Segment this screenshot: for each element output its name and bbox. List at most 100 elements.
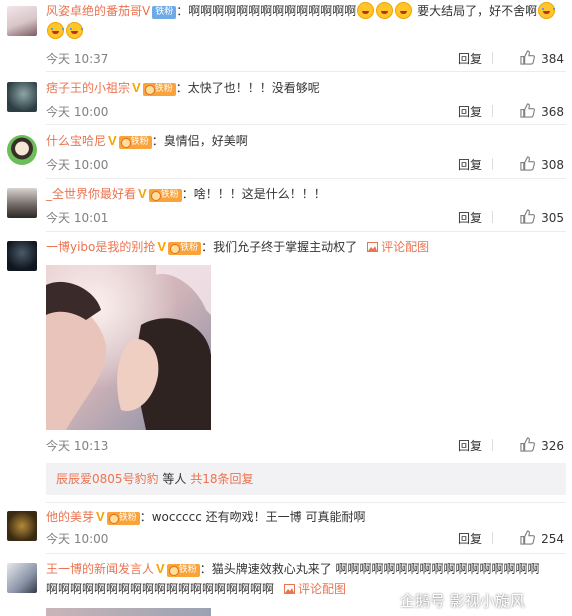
divider [46, 553, 566, 554]
avatar[interactable] [7, 135, 37, 165]
like-button[interactable]: 326 [520, 437, 564, 453]
comment-time: 今天 10:00 [46, 532, 109, 546]
sub-replies-box[interactable]: 辰辰爱0805号豹豹 等人 共18条回复 [46, 463, 566, 495]
comment-text: ：woccccc 还有吻戏！王一博 可真能耐啊 [139, 510, 366, 524]
comment-text: ：啊啊啊啊啊啊啊啊啊啊啊啊啊啊 [176, 4, 357, 18]
vip-v-icon: V [96, 509, 105, 524]
divider [46, 71, 566, 72]
comment-time: 今天 10:01 [46, 211, 109, 225]
love-face-emoji-icon [395, 2, 413, 19]
like-button[interactable]: 368 [520, 103, 564, 119]
comment-time: 今天 10:00 [46, 158, 109, 172]
like-count: 326 [541, 439, 564, 453]
username[interactable]: 风姿卓绝的番茄哥V [46, 4, 150, 18]
comment-text: ：我们允子终于掌握主动权了 [201, 240, 358, 254]
vip-v-icon: V [156, 561, 165, 576]
divider [492, 105, 493, 117]
divider [46, 231, 566, 232]
fan-badge: 铁粉 [142, 83, 176, 96]
comment-item: 什么宝哈尼 V 铁粉 ：臭情侣，好美啊 今天 10:00 回复 308 [0, 131, 572, 177]
thumbs-up-icon [520, 437, 536, 452]
comment-photo-partial[interactable] [46, 608, 211, 616]
divider [492, 532, 493, 544]
avatar[interactable] [7, 241, 37, 271]
reply-button[interactable]: 回复 [458, 437, 482, 454]
username[interactable]: _全世界你最好看 [46, 187, 136, 201]
comment-text: ：臭情侣，好美啊 [151, 134, 248, 148]
comment-time: 今天 10:37 [46, 52, 109, 66]
like-count: 254 [541, 532, 564, 546]
like-count: 308 [541, 158, 564, 172]
watermark: 企鹅号 影视小旋风 [376, 590, 525, 611]
comment-text: ：啥！！！这是什么！！！ [181, 187, 326, 201]
username[interactable]: 一博yibo是我的别抢 [46, 240, 155, 254]
like-count: 368 [541, 105, 564, 119]
thumbs-up-icon [520, 156, 536, 171]
divider [492, 211, 493, 223]
comment-time: 今天 10:13 [46, 439, 109, 453]
comment-photo[interactable] [46, 265, 211, 430]
reply-button[interactable]: 回复 [458, 50, 482, 67]
comment-text-cont: 要大结局了，好不舍啊 [417, 4, 538, 18]
comment-text: ：太快了也！！！没看够呢 [175, 81, 320, 95]
reply-button[interactable]: 回复 [458, 103, 482, 120]
comment-item: 痞子王的小祖宗 V 铁粉 ：太快了也！！！没看够呢 今天 10:00 回复 368 [0, 78, 572, 124]
reply-button[interactable]: 回复 [458, 156, 482, 173]
avatar[interactable] [7, 82, 37, 112]
like-button[interactable]: 305 [520, 209, 564, 225]
thumbs-up-icon [520, 103, 536, 118]
like-count: 305 [541, 211, 564, 225]
divider [46, 502, 566, 503]
vip-v-icon: V [132, 80, 141, 95]
divider [492, 439, 493, 451]
sub-reply-count-link[interactable]: 共18条回复 [190, 472, 253, 486]
like-button[interactable]: 254 [520, 530, 564, 546]
comment-image-button[interactable]: 评论配图 [284, 582, 346, 596]
vip-v-icon: V [138, 186, 147, 201]
avatar[interactable] [7, 511, 37, 541]
crying-emoji-icon [66, 22, 83, 39]
thumbs-up-icon [520, 209, 536, 224]
sub-reply-user[interactable]: 辰辰爱0805号豹豹 [56, 472, 159, 486]
divider [492, 158, 493, 170]
thumbs-up-icon [520, 530, 536, 545]
fan-badge: 铁粉 [166, 564, 200, 577]
comment-text-cont: 啊啊啊啊啊啊啊啊啊啊啊啊啊啊啊啊啊啊啊 [46, 582, 275, 596]
avatar[interactable] [7, 6, 37, 36]
vip-v-icon: V [157, 239, 167, 254]
like-button[interactable]: 384 [520, 50, 564, 66]
sub-reply-text: 等人 [158, 472, 191, 486]
fan-badge: 铁粉 [106, 512, 140, 525]
comment-time: 今天 10:00 [46, 105, 109, 119]
like-button[interactable]: 308 [520, 156, 564, 172]
username[interactable]: 什么宝哈尼 [46, 134, 106, 148]
fan-badge: 铁粉 [168, 242, 202, 255]
username[interactable]: 他的美芽 [46, 510, 94, 524]
fan-badge: 铁粉 [148, 189, 182, 202]
image-icon [284, 584, 296, 594]
divider [492, 52, 493, 64]
avatar[interactable] [7, 563, 37, 593]
comment-item: 风姿卓绝的番茄哥V 铁粉 ：啊啊啊啊啊啊啊啊啊啊啊啊啊啊 要大结局了，好不舍啊 今天… [0, 0, 572, 67]
username[interactable]: 痞子王的小祖宗 [46, 81, 130, 95]
image-icon [367, 242, 379, 252]
crying-emoji-icon [538, 2, 556, 19]
vip-v-icon: V [108, 133, 117, 148]
comment-image-button[interactable]: 评论配图 [367, 240, 429, 254]
comment-item: _全世界你最好看 V 铁粉 ：啥！！！这是什么！！！ 今天 10:01 回复 305 [0, 184, 572, 230]
crying-emoji-icon [47, 22, 64, 39]
penguin-logo-icon [376, 594, 396, 607]
reply-button[interactable]: 回复 [458, 209, 482, 226]
fan-badge: 铁粉 [118, 136, 152, 149]
divider [46, 124, 566, 125]
divider [46, 178, 566, 179]
comment-item: 他的美芽 V 铁粉 ：woccccc 还有吻戏！王一博 可真能耐啊 今天 10:00 … [0, 507, 572, 553]
comment-text: ：猫头牌速效救心丸来了 啊啊啊啊啊啊啊啊啊啊啊啊啊啊啊啊啊 [199, 562, 540, 576]
love-face-emoji-icon [376, 2, 394, 19]
avatar[interactable] [7, 188, 37, 218]
reply-button[interactable]: 回复 [458, 530, 482, 547]
like-count: 384 [541, 52, 564, 66]
username[interactable]: 王一博的新闻发言人 [46, 562, 154, 576]
thumbs-up-icon [520, 50, 536, 65]
fan-badge: 铁粉 [152, 6, 177, 19]
